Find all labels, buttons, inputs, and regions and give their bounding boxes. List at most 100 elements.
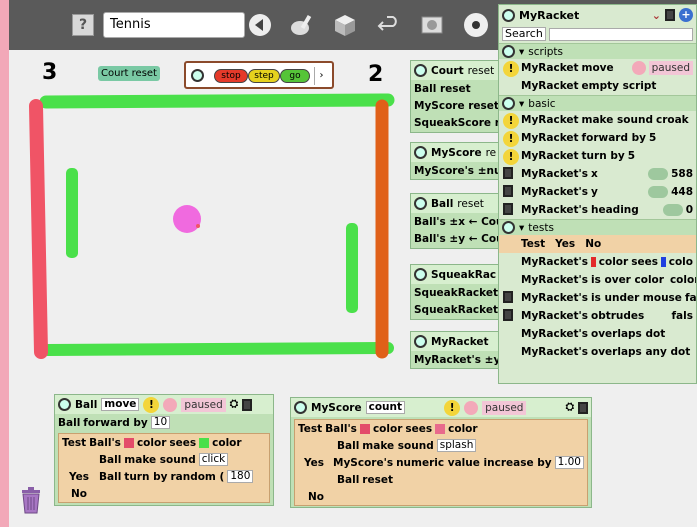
triangle-down-icon[interactable]: ▾ — [519, 222, 524, 234]
tile-value[interactable]: 180 — [227, 470, 254, 483]
color-swatch[interactable] — [359, 423, 370, 434]
trash-icon[interactable] — [19, 484, 43, 514]
category-basic[interactable]: ▾ basic — [499, 95, 696, 111]
menu-icon[interactable] — [242, 398, 253, 411]
category-menu-icon[interactable] — [502, 45, 515, 58]
viewer-tile-row[interactable]: ! MyRacket make sound croak — [499, 111, 696, 129]
category-scripts[interactable]: ▾ scripts — [499, 43, 696, 59]
tile-value[interactable]: 0 — [686, 204, 693, 216]
color-swatch[interactable] — [199, 437, 210, 448]
assign-arrow-icon[interactable] — [662, 204, 683, 216]
warning-icon[interactable]: ! — [444, 399, 461, 416]
viewer-tile-row[interactable]: MyRacket empty script — [499, 77, 696, 95]
add-category-icon[interactable]: + — [679, 8, 693, 22]
step-button[interactable]: step — [248, 69, 280, 83]
object-catalog-icon[interactable]: ⛭ — [230, 398, 238, 411]
scriptor-menu-icon[interactable] — [414, 146, 427, 159]
myracket-scriptor[interactable]: MyRacket MyRacket's ±y — [410, 331, 502, 369]
test-block[interactable]: Test Ball's color sees color Ball make s… — [294, 419, 588, 506]
tile-value[interactable]: 448 — [671, 186, 693, 198]
scriptor-menu-icon[interactable] — [414, 64, 427, 77]
viewer-tile-row[interactable]: ! MyRacket forward by 5 — [499, 129, 696, 147]
color-swatch[interactable] — [591, 257, 596, 267]
menu-icon[interactable] — [503, 167, 513, 179]
scriptor-menu-icon[interactable] — [58, 398, 71, 411]
object-catalog-icon[interactable]: ⛭ — [566, 401, 574, 414]
viewer-tile-row[interactable]: ! MyRacket turn by 5 — [499, 147, 696, 165]
viewer-tile-row[interactable]: MyRacket's heading 0 — [499, 201, 696, 219]
viewer-tile-row[interactable]: MyRacket'sis under mousefals — [499, 289, 696, 307]
viewer-tile-row[interactable]: MyRacket's overlaps dot — [499, 325, 696, 343]
viewer-tile-row[interactable]: MyRacket's is over color color — [499, 271, 696, 289]
chevron-down-icon[interactable]: ⌄ — [652, 9, 661, 22]
undo-icon[interactable] — [375, 11, 403, 39]
viewer-tile-row[interactable]: MyRacket's y 448 — [499, 183, 696, 201]
ball[interactable] — [173, 205, 201, 233]
paused-flower-icon[interactable] — [464, 400, 479, 415]
project-name-field[interactable]: Tennis — [103, 12, 245, 38]
menu-icon[interactable] — [503, 203, 513, 215]
color-swatch[interactable] — [435, 423, 446, 434]
script-line[interactable]: SqueakRacket' — [411, 284, 501, 301]
warning-icon[interactable]: ! — [503, 149, 519, 165]
court-reset-button[interactable]: Court reset — [98, 66, 160, 81]
warning-icon[interactable]: ! — [143, 396, 160, 413]
my-racket[interactable] — [346, 223, 358, 313]
viewer-tile-row[interactable]: MyRacket's x 588 — [499, 165, 696, 183]
search-input[interactable] — [548, 27, 693, 41]
script-line[interactable]: Ball reset — [411, 80, 501, 97]
ball-move-script[interactable]: Ball move ! paused ⛭ Ball forward by 10 … — [54, 394, 274, 506]
script-name-field[interactable]: count — [365, 401, 406, 414]
stop-dot-icon[interactable] — [462, 11, 490, 39]
scriptor-menu-icon[interactable] — [294, 401, 307, 414]
triangle-down-icon[interactable]: ▾ — [519, 98, 524, 110]
assign-arrow-icon[interactable] — [648, 168, 669, 180]
go-button[interactable]: go — [280, 69, 310, 83]
category-tests[interactable]: ▾ tests — [499, 219, 696, 235]
script-line[interactable]: MyRacket's ±y — [411, 351, 501, 368]
help-icon[interactable]: ? — [72, 14, 94, 36]
script-status[interactable]: paused — [482, 400, 527, 415]
menu-icon[interactable] — [503, 291, 513, 303]
viewer-tile-row[interactable]: MyRacket's obtrudes fals — [499, 307, 696, 325]
script-line[interactable]: MyScore reset — [411, 97, 501, 114]
script-line[interactable]: SqueakRacket' — [411, 301, 501, 318]
search-label[interactable]: Search — [502, 27, 546, 41]
squeakracket-scriptor[interactable]: SqueakRac SqueakRacket' SqueakRacket' — [410, 264, 502, 320]
viewer-tile-row[interactable]: ! MyRacket move paused — [499, 59, 696, 77]
paused-flower-icon[interactable] — [163, 397, 178, 412]
script-line[interactable]: Ball's ±y ← Cour — [411, 230, 501, 247]
object-catalog-icon[interactable] — [331, 11, 359, 39]
tile-value[interactable]: 5 — [649, 132, 656, 144]
menu-icon[interactable] — [578, 401, 588, 414]
script-line[interactable]: Ball forward by 10 — [55, 414, 273, 431]
tile-value[interactable]: 10 — [150, 416, 171, 429]
script-line[interactable]: SqueakScore re — [411, 114, 501, 131]
menu-icon[interactable] — [191, 69, 204, 82]
stop-button[interactable]: stop — [214, 69, 248, 83]
myscore-scriptor[interactable]: MyScorere MyScore's ±num — [410, 142, 502, 180]
tile-value[interactable]: 5 — [628, 150, 635, 162]
tile-value[interactable]: 588 — [671, 168, 693, 180]
scriptor-menu-icon[interactable] — [414, 197, 427, 210]
script-line[interactable]: MyScore's ±num — [411, 162, 501, 179]
warning-icon[interactable]: ! — [503, 113, 519, 129]
category-menu-icon[interactable] — [502, 97, 515, 110]
menu-icon[interactable] — [503, 185, 513, 197]
expand-arrow-icon[interactable]: › — [314, 67, 328, 85]
assign-arrow-icon[interactable] — [648, 186, 669, 198]
paint-icon[interactable] — [289, 11, 317, 39]
warning-icon[interactable]: ! — [503, 131, 519, 147]
test-block[interactable]: Test Ball's color sees color Ball make s… — [58, 433, 270, 503]
warning-icon[interactable]: ! — [503, 61, 519, 77]
tile-value[interactable]: splash — [436, 439, 477, 452]
viewer-tile-row[interactable]: MyRacket's color sees colo — [499, 253, 696, 271]
viewer-menu-icon[interactable] — [502, 8, 515, 22]
script-name-field[interactable]: move — [101, 398, 140, 411]
category-menu-icon[interactable] — [502, 221, 515, 234]
squeak-racket[interactable] — [66, 168, 78, 258]
menu-icon[interactable] — [503, 309, 513, 321]
tile-value[interactable]: croak — [656, 114, 689, 126]
navigator-icon[interactable] — [418, 11, 446, 39]
scriptor-menu-icon[interactable] — [414, 335, 427, 348]
